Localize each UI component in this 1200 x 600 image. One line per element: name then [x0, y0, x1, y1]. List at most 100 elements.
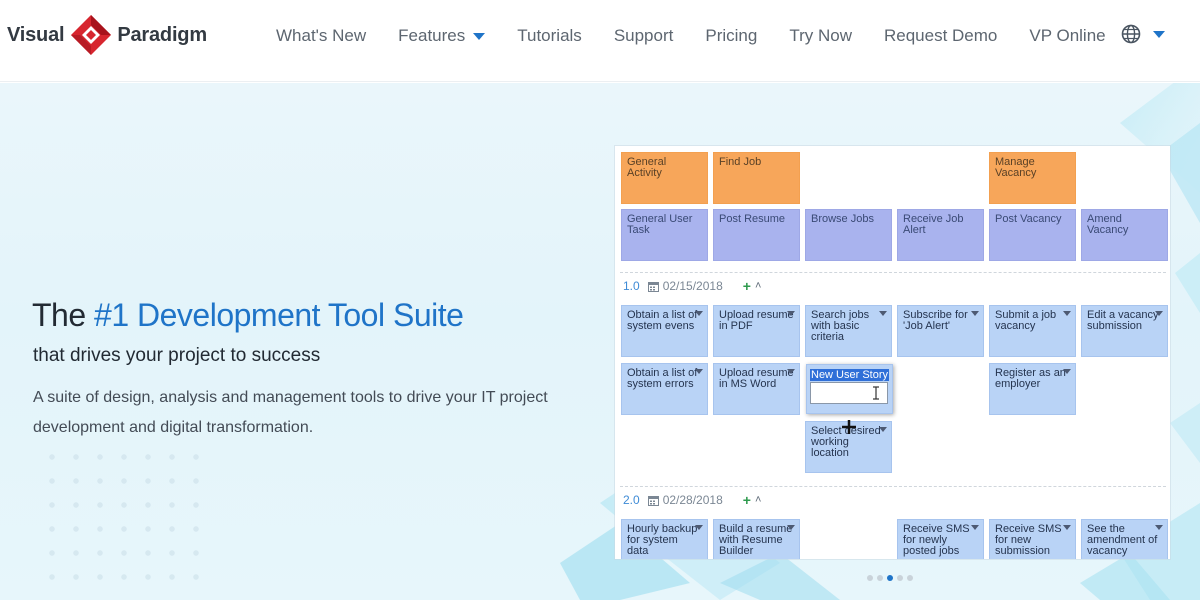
user-story-card[interactable]: Subscribe for 'Job Alert' [897, 305, 984, 357]
user-story-card-text: Obtain a list of system evens [627, 309, 698, 332]
user-story-card[interactable]: Obtain a list of system evens [621, 305, 708, 357]
user-story-card[interactable]: Search jobs with basic criteria [805, 305, 892, 357]
nav-item-try-now[interactable]: Try Now [773, 26, 868, 46]
nav-item-features[interactable]: Features [382, 26, 501, 46]
carousel-dot[interactable] [907, 575, 913, 581]
user-story-card-text: See the amendment of vacancy [1087, 523, 1158, 557]
activity-card[interactable]: Find Job [713, 152, 800, 204]
user-story-card[interactable]: See the amendment of vacancy [1081, 519, 1168, 559]
task-card-text: Post Vacancy [995, 213, 1062, 225]
user-story-map-screenshot: General Activity Find Job Manage Vacancy Ge… [615, 146, 1170, 559]
add-story-icon[interactable]: + [743, 492, 751, 508]
card-menu-icon[interactable] [879, 427, 887, 432]
task-card[interactable]: General User Task [621, 209, 708, 261]
card-menu-icon[interactable] [879, 311, 887, 316]
card-menu-icon[interactable] [1063, 369, 1071, 374]
nav-item-label: Request Demo [883, 26, 998, 45]
nav-item-tutorials[interactable]: Tutorials [501, 26, 598, 46]
task-card[interactable]: Post Vacancy [989, 209, 1076, 261]
user-story-card[interactable]: Submit a job vacancy [989, 305, 1076, 357]
card-menu-icon[interactable] [695, 525, 703, 530]
collapse-chevron-icon[interactable]: ˄ [755, 494, 761, 506]
carousel-dot[interactable] [867, 575, 873, 581]
card-menu-icon[interactable] [971, 311, 979, 316]
release-divider [620, 272, 1166, 273]
activity-card-text: Find Job [719, 156, 762, 168]
card-menu-icon[interactable] [787, 311, 795, 316]
main-nav: What's New Features Tutorials Support Pricin… [260, 0, 1122, 72]
hero-title-highlight: #1 Development Tool Suite [94, 297, 464, 333]
user-story-card-text: Register as an employer [995, 367, 1066, 390]
user-story-card[interactable]: Receive SMS for new submission [989, 519, 1076, 559]
nav-item-what-s-new[interactable]: What's New [260, 26, 382, 46]
card-menu-icon[interactable] [695, 311, 703, 316]
card-menu-icon[interactable] [1063, 525, 1071, 530]
release-date[interactable]: 02/28/2018 [647, 493, 723, 507]
hero-title-prefix: The [32, 297, 95, 333]
nav-item-label: What's New [276, 26, 367, 45]
text-cursor-icon [873, 386, 879, 400]
task-card[interactable]: Post Resume [713, 209, 800, 261]
nav-item-label: Support [613, 26, 674, 45]
task-card-text: Browse Jobs [811, 213, 874, 225]
nav-item-support[interactable]: Support [598, 26, 690, 46]
user-story-card-text: Receive SMS for new submission [995, 523, 1062, 557]
user-story-card[interactable]: Register as an employer [989, 363, 1076, 415]
card-menu-icon[interactable] [787, 525, 795, 530]
nav-item-label: VP Online [1029, 26, 1106, 45]
globe-icon [1121, 24, 1141, 44]
task-card[interactable]: Browse Jobs [805, 209, 892, 261]
user-story-card[interactable]: Build a resume with Resume Builder [713, 519, 800, 559]
hero-description: A suite of design, analysis and manageme… [33, 389, 548, 436]
nav-item-label: Pricing [705, 26, 758, 45]
user-story-card-text: Upload resume in MS Word [719, 367, 794, 390]
carousel-dot[interactable] [877, 575, 883, 581]
card-menu-icon[interactable] [1155, 525, 1163, 530]
nav-item-vp-online[interactable]: VP Online [1013, 26, 1121, 46]
release-divider [620, 486, 1166, 487]
card-menu-icon[interactable] [787, 369, 795, 374]
card-menu-icon[interactable] [1063, 311, 1071, 316]
user-story-card[interactable]: Hourly backup for system data [621, 519, 708, 559]
activity-card[interactable]: General Activity [621, 152, 708, 204]
logo-word-visual: Visual [7, 23, 65, 46]
user-story-card-text: Subscribe for 'Job Alert' [903, 309, 968, 332]
nav-item-pricing[interactable]: Pricing [689, 26, 773, 46]
site-header: Visual Paradigm What's New Features Tutori… [0, 0, 1200, 82]
user-story-card[interactable]: Upload resume in PDF [713, 305, 800, 357]
release-date-text: 02/15/2018 [662, 279, 723, 293]
task-card[interactable]: Amend Vacancy [1081, 209, 1168, 261]
user-story-text-input[interactable] [810, 382, 888, 404]
task-card[interactable]: Receive Job Alert [897, 209, 984, 261]
carousel-dot[interactable] [887, 575, 893, 581]
activity-card-text: Manage Vacancy [995, 156, 1037, 179]
logo-diamond-icon [71, 15, 112, 55]
user-story-card[interactable]: Obtain a list of system errors [621, 363, 708, 415]
language-selector[interactable] [1121, 24, 1165, 44]
card-menu-icon[interactable] [1155, 311, 1163, 316]
user-story-card[interactable]: Edit a vacancy submission [1081, 305, 1168, 357]
card-menu-icon[interactable] [971, 525, 979, 530]
user-story-card-text: Hourly backup for system data [627, 523, 698, 557]
collapse-chevron-icon[interactable]: ˄ [755, 280, 761, 292]
release-date[interactable]: 02/15/2018 [647, 279, 723, 293]
release-header: 2.0 02/28/2018 + ˄ [623, 492, 761, 508]
user-story-card-text: Receive SMS for newly posted jobs [903, 523, 970, 557]
task-card-text: Post Resume [719, 213, 786, 225]
nav-item-request-demo[interactable]: Request Demo [868, 26, 1013, 46]
task-card-text: Receive Job Alert [903, 213, 964, 236]
card-menu-icon[interactable] [695, 369, 703, 374]
release-version[interactable]: 2.0 [623, 493, 640, 507]
nav-item-label: Try Now [789, 26, 852, 45]
logo[interactable]: Visual Paradigm [7, 12, 207, 58]
task-card-text: General User Task [627, 213, 693, 236]
release-version[interactable]: 1.0 [623, 279, 640, 293]
user-story-card[interactable]: Upload resume in MS Word [713, 363, 800, 415]
carousel-dot[interactable] [897, 575, 903, 581]
hero-title: The #1 Development Tool Suite [32, 297, 464, 334]
editing-user-story-card[interactable]: New User Story [806, 364, 893, 414]
chevron-down-icon [473, 32, 486, 40]
user-story-card[interactable]: Receive SMS for newly posted jobs [897, 519, 984, 559]
add-story-icon[interactable]: + [743, 278, 751, 294]
activity-card[interactable]: Manage Vacancy [989, 152, 1076, 204]
